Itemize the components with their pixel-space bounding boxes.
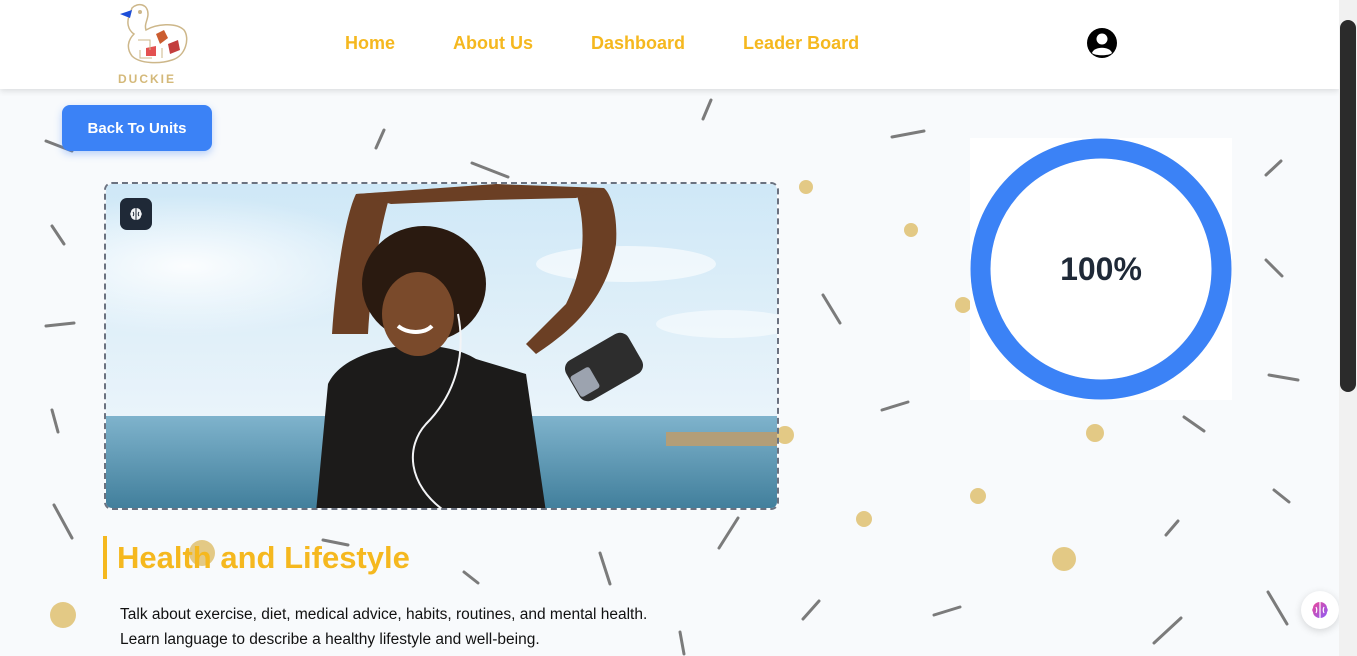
ai-assistant-button[interactable]: [1301, 591, 1339, 629]
user-circle-icon: [1087, 28, 1117, 58]
duck-logo-icon: [120, 3, 188, 64]
user-profile-button[interactable]: [1086, 27, 1118, 59]
unit-description-line: Learn language to describe a healthy lif…: [120, 630, 540, 648]
nav-home[interactable]: Home: [345, 33, 395, 54]
progress-card: 100%: [970, 138, 1232, 400]
nav-leader-board[interactable]: Leader Board: [743, 33, 859, 54]
top-navbar: DUCKIE Home About Us Dashboard Leader Bo…: [0, 0, 1339, 89]
main-nav: Home About Us Dashboard Leader Board: [345, 33, 859, 54]
brand-name: DUCKIE: [118, 72, 177, 86]
ai-brain-button[interactable]: [120, 198, 152, 230]
progress-percentage: 100%: [1060, 251, 1142, 287]
nav-about-us[interactable]: About Us: [453, 33, 533, 54]
man-stretching-by-sea-image: [106, 184, 777, 508]
nav-dashboard[interactable]: Dashboard: [591, 33, 685, 54]
back-to-units-button[interactable]: Back To Units: [62, 105, 212, 151]
title-accent-bar: [103, 536, 107, 579]
brain-assistant-icon: [1312, 602, 1328, 618]
unit-description: Talk about exercise, diet, medical advic…: [120, 603, 647, 652]
unit-hero-image: [104, 182, 779, 510]
unit-title: Health and Lifestyle: [117, 540, 410, 575]
brain-icon: [130, 208, 142, 220]
unit-description-line: Talk about exercise, diet, medical advic…: [120, 606, 648, 623]
duckie-logo[interactable]: DUCKIE: [112, 0, 192, 89]
scrollbar-thumb[interactable]: [1340, 20, 1356, 392]
